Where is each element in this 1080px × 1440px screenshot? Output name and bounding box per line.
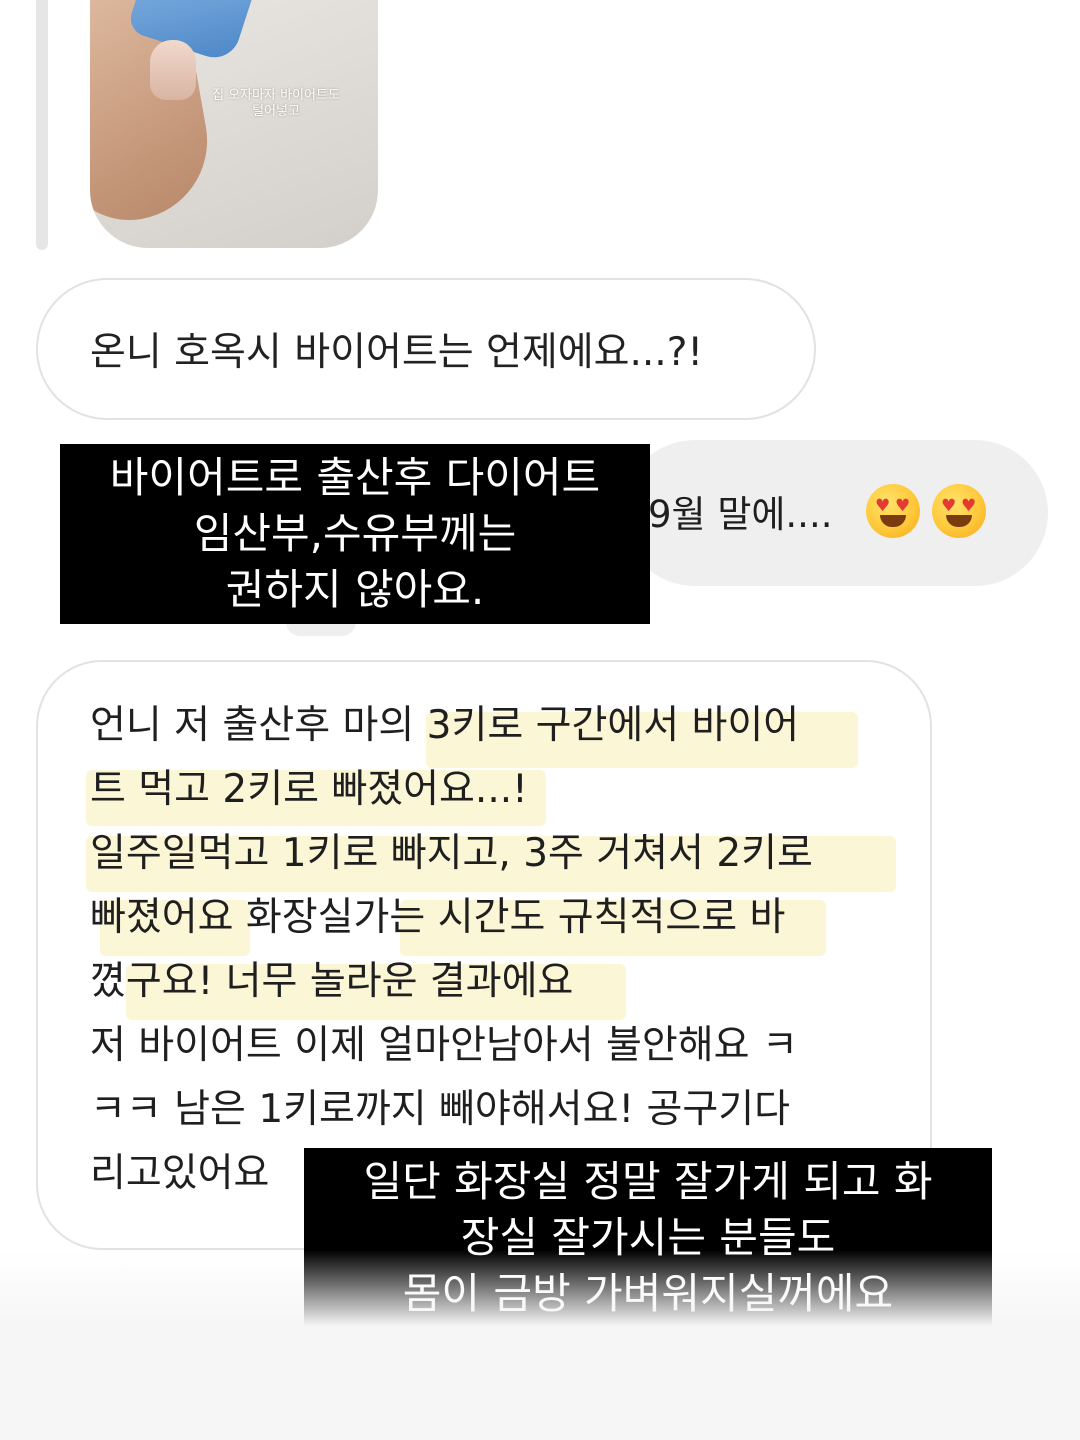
bottom-fade <box>0 1250 1080 1440</box>
heart-eyes-emoji-icon: ♥ ♥ <box>866 484 920 538</box>
question-text: 온니 호옥시 바이어트는 언제에요...?! <box>90 330 704 375</box>
story-caption: 집 오자마자 바이어트도 털어넣고 <box>212 88 340 119</box>
story-reply-thumbnail[interactable]: 집 오자마자 바이어트도 털어넣고 <box>90 0 378 248</box>
caption-overlay-top: 바이어트로 출산후 다이어트 임산부,수유부께는 권하지 않아요. <box>60 444 650 624</box>
heart-eyes-emoji-icon: ♥ ♥ <box>932 484 986 538</box>
reply-text: 9월 말에.... <box>648 493 833 536</box>
incoming-message-bubble[interactable]: 온니 호옥시 바이어트는 언제에요...?! <box>36 278 816 420</box>
reply-thread-rail <box>36 0 48 250</box>
review-text: 언니 저 출산후 마의 3키로 구간에서 바이어 트 먹고 2키로 빠졌어요..… <box>90 703 813 1196</box>
